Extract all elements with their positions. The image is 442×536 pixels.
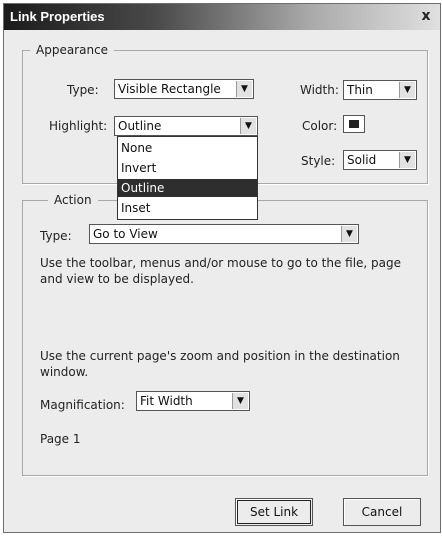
type-label: Type: <box>67 83 99 97</box>
link-properties-dialog: Link Properties x Appearance Type: Visib… <box>3 3 441 533</box>
color-label: Color: <box>302 119 338 133</box>
magnification-label: Magnification: <box>40 398 125 412</box>
chevron-down-icon[interactable]: ▼ <box>399 82 415 98</box>
chevron-down-icon[interactable]: ▼ <box>232 393 248 409</box>
set-link-button[interactable]: Set Link <box>235 498 313 526</box>
highlight-select[interactable]: Outline ▼ <box>114 116 258 136</box>
magnification-select[interactable]: Fit Width ▼ <box>136 391 250 411</box>
cancel-button[interactable]: Cancel <box>343 498 421 526</box>
dialog-title: Link Properties <box>10 9 105 24</box>
chevron-down-icon[interactable]: ▼ <box>341 226 357 242</box>
highlight-value: Outline <box>118 119 162 133</box>
chevron-down-icon[interactable]: ▼ <box>240 118 256 134</box>
chevron-down-icon[interactable]: ▼ <box>236 81 252 97</box>
action-legend: Action <box>48 193 98 207</box>
action-type-label: Type: <box>40 229 72 243</box>
appearance-type-select[interactable]: Visible Rectangle ▼ <box>114 79 254 99</box>
highlight-option-invert[interactable]: Invert <box>118 159 257 177</box>
magnification-value: Fit Width <box>140 394 193 408</box>
style-select[interactable]: Solid ▼ <box>343 150 417 170</box>
color-swatch-button[interactable] <box>343 115 365 133</box>
width-label: Width: <box>300 83 339 97</box>
title-bar[interactable]: Link Properties x <box>4 4 440 30</box>
highlight-option-inset[interactable]: Inset <box>118 199 257 217</box>
zoom-note: Use the current page's zoom and position… <box>40 349 400 379</box>
close-icon[interactable]: x <box>418 8 434 24</box>
action-type-value: Go to View <box>93 227 158 241</box>
style-label: Style: <box>301 154 336 168</box>
highlight-label: Highlight: <box>49 119 108 133</box>
width-select[interactable]: Thin ▼ <box>343 80 417 100</box>
action-type-select[interactable]: Go to View ▼ <box>89 224 359 244</box>
width-value: Thin <box>347 83 373 97</box>
color-swatch-fill <box>349 120 359 128</box>
highlight-dropdown-list: None Invert Outline Inset <box>117 136 258 220</box>
chevron-down-icon[interactable]: ▼ <box>399 152 415 168</box>
action-instructions: Use the toolbar, menus and/or mouse to g… <box>40 256 402 286</box>
page-indicator: Page 1 <box>40 432 81 446</box>
highlight-option-outline[interactable]: Outline <box>118 179 257 197</box>
style-value: Solid <box>347 153 377 167</box>
appearance-type-value: Visible Rectangle <box>118 82 221 96</box>
appearance-legend: Appearance <box>30 43 115 57</box>
highlight-option-none[interactable]: None <box>118 139 257 157</box>
